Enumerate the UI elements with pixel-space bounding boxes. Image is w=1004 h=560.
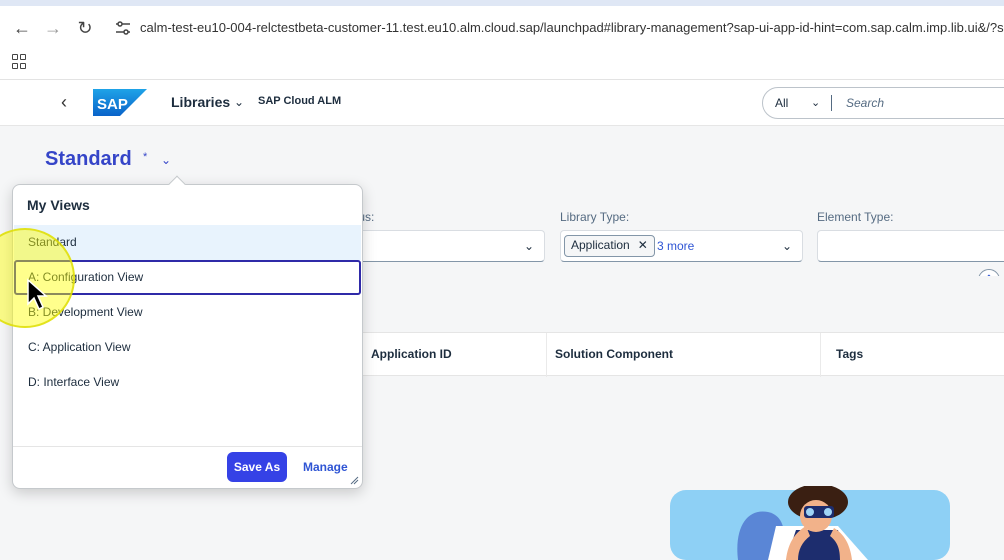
view-item-interface[interactable]: D: Interface View <box>14 365 361 400</box>
filter-label-library-type: Library Type: <box>560 210 630 224</box>
resize-grip-icon[interactable] <box>349 475 359 485</box>
empty-state-illustration <box>670 486 950 560</box>
popover-footer: Save As Manage <box>13 446 362 488</box>
filter-token[interactable]: Application ✕ <box>564 235 655 257</box>
reload-icon[interactable]: ↻ <box>75 18 95 38</box>
browser-tab-strip <box>0 0 1004 6</box>
more-tokens-link[interactable]: 3 more <box>657 239 694 253</box>
sap-logo[interactable]: SAP <box>93 89 147 116</box>
variant-modified-marker: * <box>143 151 148 163</box>
filter-status-select[interactable]: ⌄ <box>355 230 545 262</box>
filter-element-type-select[interactable] <box>817 230 1004 262</box>
chevron-down-icon[interactable]: ⌄ <box>811 96 820 109</box>
filter-label-element-type: Element Type: <box>817 210 894 224</box>
variant-title[interactable]: Standard <box>45 148 132 171</box>
views-list: Standard A: Configuration View B: Develo… <box>14 225 361 400</box>
manage-button[interactable]: Manage <box>303 452 348 482</box>
chevron-down-icon[interactable]: ⌄ <box>782 239 792 253</box>
apps-grid-icon[interactable] <box>12 54 28 70</box>
column-header-application-id[interactable]: Application ID <box>371 347 452 361</box>
filter-library-type-select[interactable]: Application ✕ 3 more ⌄ <box>560 230 803 262</box>
token-label: Application <box>571 238 630 252</box>
chevron-down-icon[interactable]: ⌄ <box>524 239 534 253</box>
view-item-development[interactable]: B: Development View <box>14 295 361 330</box>
back-chevron-icon[interactable]: ‹ <box>56 92 72 113</box>
svg-text:SAP: SAP <box>97 96 128 113</box>
column-header-solution-component[interactable]: Solution Component <box>555 347 673 361</box>
view-item-standard[interactable]: Standard <box>14 225 361 260</box>
forward-arrow-icon[interactable]: → <box>43 18 63 38</box>
address-bar[interactable]: calm-test-eu10-004-relctestbeta-customer… <box>140 20 1004 35</box>
search-divider <box>831 95 832 111</box>
chevron-down-icon[interactable]: ⌄ <box>234 95 244 109</box>
browser-toolbar: ← → ↻ calm-test-eu10-004-relctestbeta-cu… <box>0 0 1004 80</box>
popover-title: My Views <box>27 197 90 213</box>
view-item-application[interactable]: C: Application View <box>14 330 361 365</box>
close-icon[interactable]: ✕ <box>638 238 648 252</box>
search-input[interactable]: Search <box>846 96 884 110</box>
view-item-configuration[interactable]: A: Configuration View <box>14 260 361 295</box>
column-divider <box>546 333 547 377</box>
column-header-tags[interactable]: Tags <box>836 347 863 361</box>
shell-search[interactable]: All ⌄ Search <box>762 87 1004 119</box>
site-settings-icon[interactable] <box>114 20 132 36</box>
search-scope-select[interactable]: All <box>775 96 788 110</box>
save-as-button[interactable]: Save As <box>227 452 287 482</box>
variant-chevron-icon[interactable]: ⌄ <box>161 153 171 167</box>
product-name: SAP Cloud ALM <box>258 95 342 107</box>
shell-header: ‹ SAP Libraries ⌄ SAP Cloud ALM All ⌄ Se… <box>0 80 1004 126</box>
my-views-popover: My Views Standard A: Configuration View … <box>12 175 363 489</box>
app-title[interactable]: Libraries <box>171 94 230 110</box>
back-arrow-icon[interactable]: ← <box>12 18 32 38</box>
column-divider <box>820 333 821 377</box>
